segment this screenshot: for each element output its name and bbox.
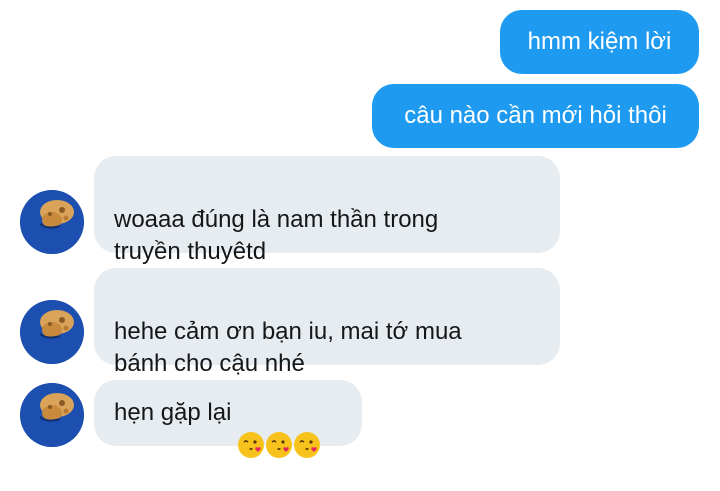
kissing-face-with-heart-icon <box>265 399 293 458</box>
avatar[interactable] <box>20 300 84 364</box>
chat-thread: hmm kiệm lời câu nào cần mới hỏi thôi wo… <box>0 0 720 458</box>
sent-message[interactable]: hmm kiệm lời <box>500 10 699 74</box>
message-text: hehe cảm ơn bạn iu, mai tớ mua bánh cho … <box>114 318 462 377</box>
message-text: hẹn gặp lại <box>114 399 232 426</box>
avatar-image <box>20 190 84 254</box>
message-text: câu nào cần mới hỏi thôi <box>404 102 667 129</box>
sent-message[interactable]: câu nào cần mới hỏi thôi <box>372 84 699 148</box>
avatar-image <box>20 383 84 447</box>
message-text: hmm kiệm lời <box>527 28 672 55</box>
received-message[interactable]: woaaa đúng là nam thần trong truyền thuy… <box>94 156 560 265</box>
emoji-group <box>237 399 321 458</box>
received-message[interactable]: hẹn gặp lại <box>94 380 362 458</box>
message-text: woaaa đúng là nam thần trong truyền thuy… <box>114 206 439 265</box>
avatar[interactable] <box>20 383 84 447</box>
avatar[interactable] <box>20 190 84 254</box>
avatar-image <box>20 300 84 364</box>
kissing-face-with-heart-icon <box>293 399 321 458</box>
received-message[interactable]: hehe cảm ơn bạn iu, mai tớ mua bánh cho … <box>94 268 560 377</box>
kissing-face-with-heart-icon <box>237 399 265 458</box>
